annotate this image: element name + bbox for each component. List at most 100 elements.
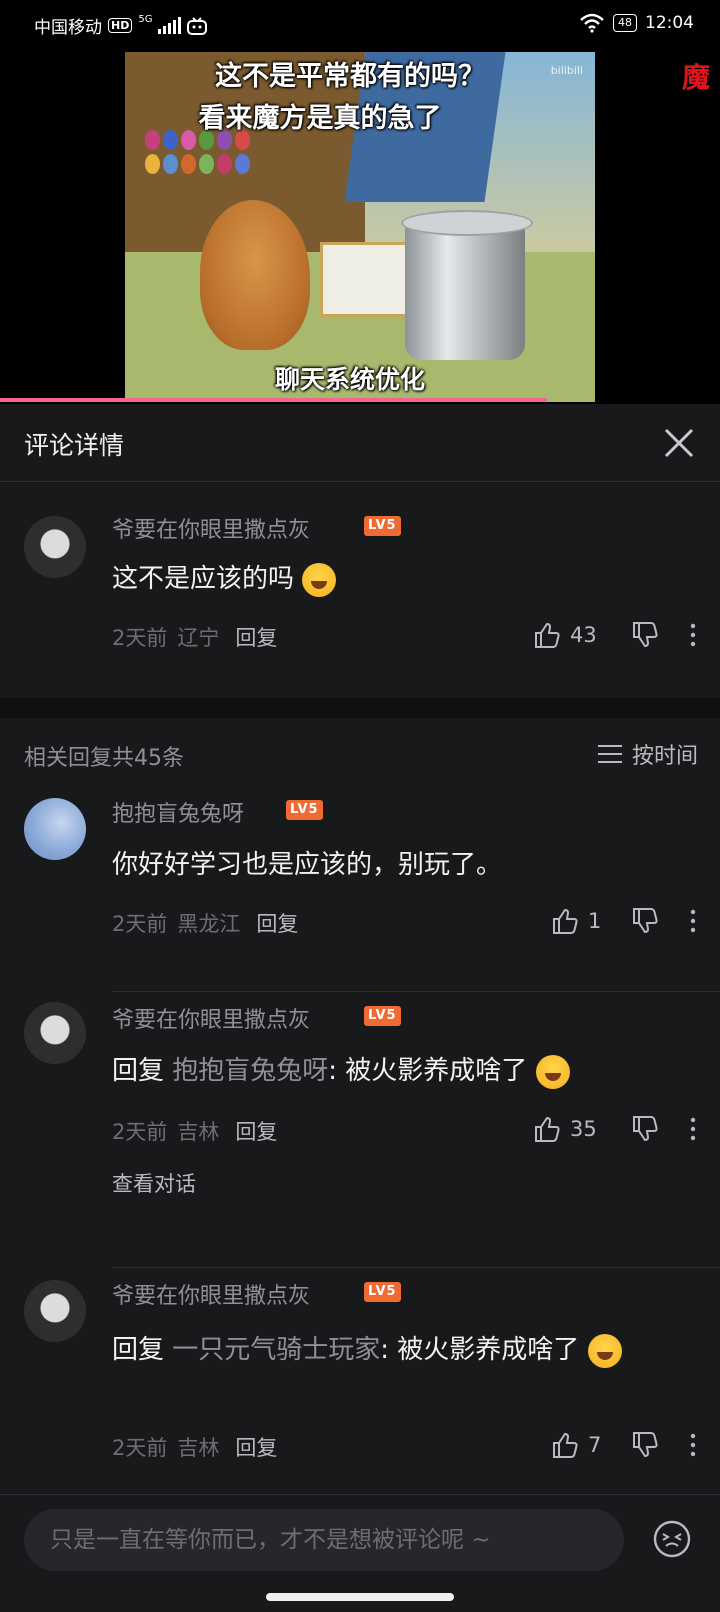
like-button[interactable]: 35 — [532, 1114, 620, 1144]
reply-item: 抱抱盲兔兔呀 LV5 你好好学习也是应该的，别玩了。 2天前 黑龙江 回复 1 — [0, 798, 720, 968]
reply-text: 你好好学习也是应该的，别玩了。 — [112, 850, 503, 880]
video-caption-top: 这不是平常都有的吗？ — [215, 61, 485, 92]
status-bar: 中国移动 HD 5G 48 12:04 — [0, 0, 720, 52]
tv-app-icon — [187, 16, 208, 35]
more-icon[interactable] — [688, 1116, 698, 1142]
cheems-dog-image — [200, 200, 310, 350]
reply-meta: 2天前 吉林 回复 — [112, 1432, 277, 1462]
comment-location: 辽宁 — [177, 626, 220, 650]
reply-button[interactable]: 回复 — [235, 1432, 277, 1462]
section-separator — [0, 698, 720, 718]
reply-location: 黑龙江 — [177, 912, 241, 936]
more-icon[interactable] — [688, 908, 698, 934]
reply-text: 回复 抱抱盲兔兔呀: 被火影养成啥了 — [112, 1050, 570, 1089]
list-icon — [597, 745, 622, 763]
steel-pot-image — [401, 210, 533, 360]
thumbs-down-icon[interactable] — [630, 620, 660, 650]
reply-button[interactable]: 回复 — [235, 622, 277, 652]
level-badge: LV5 — [364, 1006, 401, 1026]
like-count: 43 — [570, 623, 597, 647]
video-player[interactable]: bilibili 这不是平常都有的吗？ 看来魔方是真的急了 聊天系统优化 魔 — [0, 52, 720, 404]
video-frame[interactable]: bilibili 这不是平常都有的吗？ 看来魔方是真的急了 聊天系统优化 — [125, 52, 595, 402]
network-type: 5G — [138, 14, 153, 25]
sort-button[interactable]: 按时间 — [597, 738, 698, 770]
comment-username[interactable]: 爷要在你眼里撒点灰 — [112, 512, 310, 544]
panel-header: 评论详情 — [0, 404, 720, 482]
avatar[interactable] — [24, 1002, 86, 1064]
reply-prefix: 回复 — [112, 1056, 173, 1086]
level-badge: LV5 — [364, 516, 401, 536]
related-replies-count: 相关回复共45条 — [24, 746, 184, 771]
reply-meta: 2天前 吉林 回复 — [112, 1116, 277, 1146]
comment-input[interactable] — [24, 1509, 624, 1571]
reply-text: 回复 一只元气骑士玩家: 被火影养成啥了 — [112, 1326, 672, 1374]
comment-text-content: 这不是应该的吗 — [112, 564, 295, 594]
video-progress-bar[interactable] — [0, 398, 548, 402]
carrier-label: 中国移动 — [34, 18, 102, 38]
main-comment: 爷要在你眼里撒点灰 LV5 这不是应该的吗 2天前 辽宁 回复 43 — [0, 482, 720, 698]
thumbs-down-icon[interactable] — [630, 1430, 660, 1460]
like-count: 1 — [588, 909, 602, 933]
level-badge: LV5 — [364, 1282, 401, 1302]
comment-text: 这不是应该的吗 — [112, 558, 337, 597]
battery-icon: 48 — [613, 14, 637, 32]
reply-item: 爷要在你眼里撒点灰 LV5 回复 一只元气骑士玩家: 被火影养成啥了 2天前 吉… — [0, 1280, 720, 1494]
reply-username[interactable]: 爷要在你眼里撒点灰 — [112, 1278, 310, 1310]
avatar[interactable] — [24, 798, 86, 860]
video-caption-second: 看来魔方是真的急了 — [198, 103, 442, 134]
more-icon[interactable] — [688, 622, 698, 648]
emoji-picker-icon[interactable] — [652, 1519, 692, 1559]
thumbs-up-icon — [535, 622, 560, 648]
close-icon[interactable] — [662, 426, 696, 460]
home-indicator[interactable] — [266, 1593, 454, 1601]
like-button[interactable]: 7 — [550, 1430, 620, 1460]
panel-title: 评论详情 — [24, 431, 125, 460]
like-count: 35 — [570, 1117, 597, 1141]
reply-text-content: : 被火影养成啥了 — [328, 1056, 528, 1086]
reply-username[interactable]: 爷要在你眼里撒点灰 — [112, 1002, 310, 1034]
reply-location: 吉林 — [177, 1120, 220, 1144]
like-count: 7 — [588, 1433, 602, 1457]
comment-detail-panel: 评论详情 爷要在你眼里撒点灰 LV5 这不是应该的吗 2天前 辽宁 回复 43 — [0, 404, 720, 1612]
reply-divider — [112, 991, 720, 992]
comment-meta: 2天前 辽宁 回复 — [112, 622, 277, 652]
comment-actions: 43 — [532, 620, 698, 650]
mention-link[interactable]: 一只元气骑士玩家 — [172, 1335, 380, 1365]
reply-item: 爷要在你眼里撒点灰 LV5 回复 抱抱盲兔兔呀: 被火影养成啥了 2天前 吉林 … — [0, 1002, 720, 1234]
thumbs-down-icon[interactable] — [630, 1114, 660, 1144]
thumbs-up-icon — [553, 908, 578, 934]
laughing-tears-emoji-icon — [587, 1333, 622, 1368]
comment-time: 2天前 — [112, 626, 168, 650]
reply-actions: 1 — [550, 906, 698, 936]
clock: 12:04 — [645, 13, 694, 33]
reply-location: 吉林 — [177, 1436, 220, 1460]
comment-input-bar — [0, 1494, 720, 1612]
reply-time: 2天前 — [112, 1436, 168, 1460]
mention-link[interactable]: 抱抱盲兔兔呀 — [172, 1056, 328, 1086]
reply-text-content: : 被火影养成啥了 — [380, 1335, 580, 1365]
like-button[interactable]: 43 — [532, 620, 620, 650]
reply-meta: 2天前 黑龙江 回复 — [112, 908, 298, 938]
crying-laugh-emoji-icon — [302, 562, 337, 597]
more-icon[interactable] — [688, 1432, 698, 1458]
reply-time: 2天前 — [112, 1120, 168, 1144]
danmaku-text: 魔 — [682, 61, 711, 94]
laughing-tears-emoji-icon — [535, 1054, 570, 1089]
thumbs-up-icon — [535, 1116, 560, 1142]
avatar[interactable] — [24, 1280, 86, 1342]
reply-actions: 7 — [550, 1430, 698, 1460]
reply-username[interactable]: 抱抱盲兔兔呀 — [112, 796, 244, 828]
signal-icon — [158, 16, 182, 34]
like-button[interactable]: 1 — [550, 906, 620, 936]
reply-divider — [112, 1267, 720, 1268]
reply-prefix: 回复 — [112, 1335, 173, 1365]
avatar[interactable] — [24, 516, 86, 578]
thumbs-down-icon[interactable] — [630, 906, 660, 936]
sort-label: 按时间 — [631, 744, 698, 769]
reply-actions: 35 — [532, 1114, 698, 1144]
reply-time: 2天前 — [112, 912, 168, 936]
reply-button[interactable]: 回复 — [256, 908, 298, 938]
view-conversation-link[interactable]: 查看对话 — [112, 1168, 196, 1198]
reply-button[interactable]: 回复 — [235, 1116, 277, 1146]
level-badge: LV5 — [286, 800, 323, 820]
